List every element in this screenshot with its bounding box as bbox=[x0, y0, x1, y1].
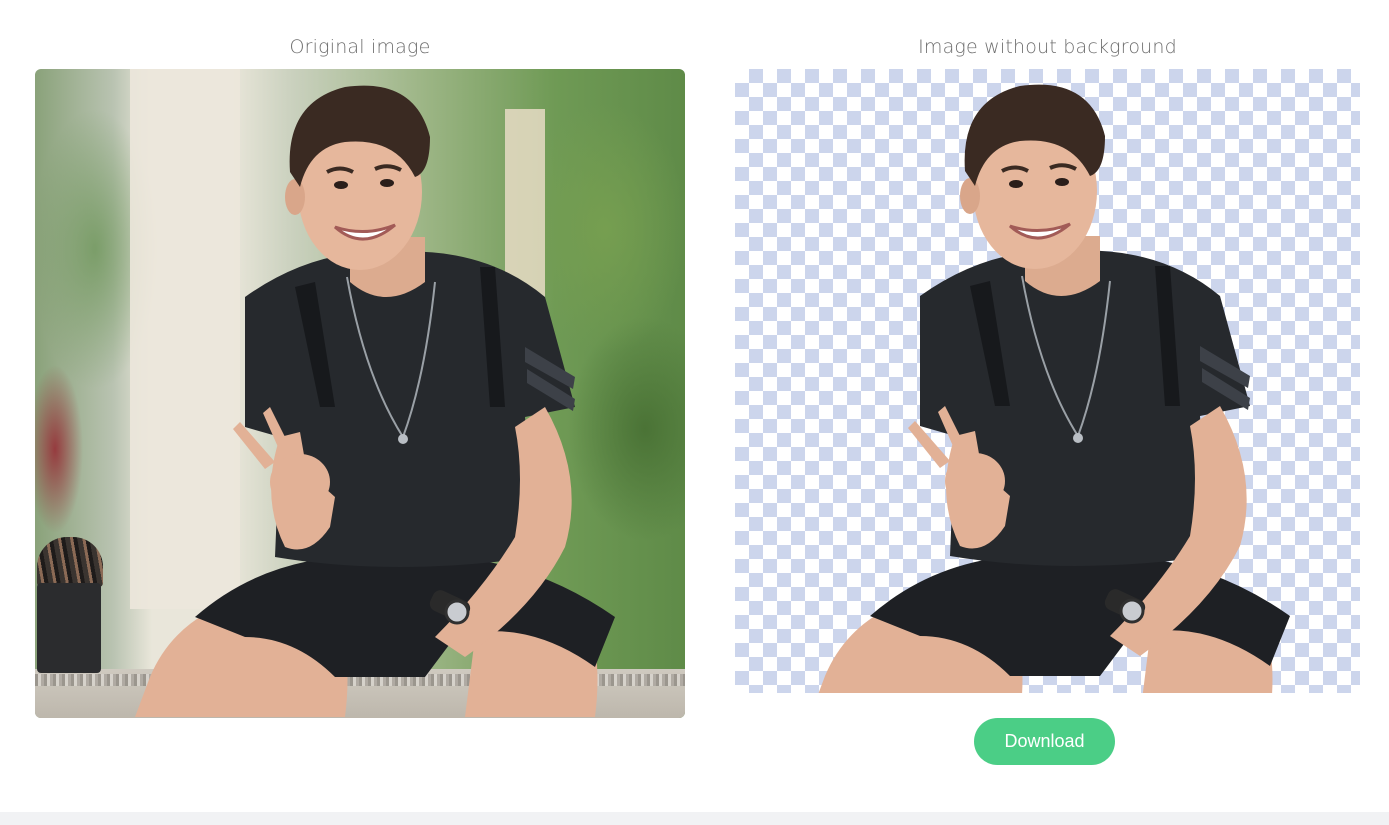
original-image-title: Original image bbox=[289, 36, 431, 58]
background-removal-page: Original image Image without background bbox=[0, 0, 1389, 825]
footer-divider bbox=[0, 812, 1389, 825]
original-image bbox=[35, 69, 685, 718]
download-button[interactable]: Download bbox=[974, 718, 1115, 765]
person-figure bbox=[95, 77, 655, 717]
result-image bbox=[735, 69, 1360, 693]
result-image-title: Image without background bbox=[918, 36, 1177, 58]
brush-holder bbox=[37, 583, 101, 673]
makeup-brushes bbox=[37, 537, 103, 587]
person-figure bbox=[770, 76, 1330, 693]
